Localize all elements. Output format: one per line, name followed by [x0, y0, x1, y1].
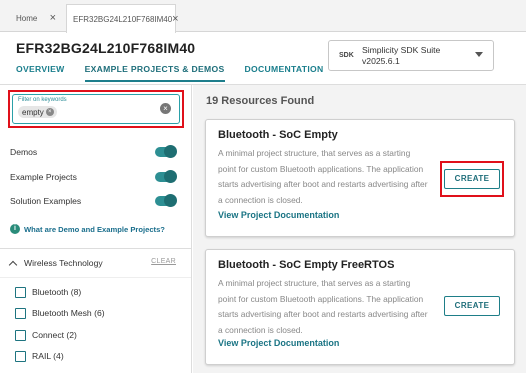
chip-remove-icon[interactable]: × — [45, 108, 54, 116]
card-description: A minimal project structure, that serves… — [218, 278, 428, 335]
toggle-knob — [164, 145, 177, 158]
chevron-up-icon — [8, 260, 18, 269]
sdk-suite-name: Simplicity SDK Suite — [362, 45, 441, 55]
chip-label: empty — [22, 107, 44, 117]
toggle-solution-examples[interactable]: Solution Examples — [10, 193, 177, 209]
checkbox-connect[interactable]: Connect (2) — [15, 328, 77, 342]
create-button[interactable]: CREATE — [444, 296, 500, 316]
tab-documentation[interactable]: DOCUMENTATION — [245, 64, 324, 82]
clear-link[interactable]: CLEAR — [151, 258, 176, 265]
toggle-switch[interactable] — [155, 145, 177, 158]
toggle-label: Example Projects — [10, 172, 77, 182]
chevron-down-icon — [475, 52, 483, 57]
tab-label: EFR32BG24L210F768IM40 — [73, 14, 173, 24]
sdk-version: v2025.6.1 — [362, 56, 400, 66]
checkbox-label: RAIL (4) — [32, 351, 64, 361]
toggle-label: Demos — [10, 147, 38, 157]
checkbox-label: Bluetooth (8) — [32, 287, 82, 297]
close-icon[interactable]: × — [172, 13, 178, 25]
wireless-technology-header[interactable]: Wireless Technology CLEAR — [8, 257, 178, 269]
toggle-example-projects[interactable]: Example Projects — [10, 169, 177, 185]
tab-overview[interactable]: OVERVIEW — [16, 64, 65, 82]
help-link[interactable]: i What are Demo and Example Projects? — [10, 224, 165, 234]
checkbox[interactable] — [15, 286, 26, 298]
tab-label: Home — [16, 13, 38, 23]
resource-card: Bluetooth - SoC Empty A minimal project … — [205, 119, 515, 237]
results-count: 19 Resources Found — [206, 95, 315, 107]
section-label: Wireless Technology — [24, 258, 103, 268]
sdk-selector[interactable]: SDK Simplicity SDK Suite v2025.6.1 — [328, 40, 494, 71]
filter-sidebar: Filter on keywords empty × × Demos Examp… — [0, 85, 192, 373]
divider — [0, 248, 191, 249]
checkbox-bluetooth[interactable]: Bluetooth (8) — [15, 285, 81, 299]
toggle-knob — [164, 170, 177, 183]
toggle-demos[interactable]: Demos — [10, 144, 177, 160]
tab-home[interactable]: Home × — [16, 4, 62, 32]
checkbox-rail[interactable]: RAIL (4) — [15, 349, 64, 363]
help-link-label: What are Demo and Example Projects? — [24, 224, 165, 234]
sdk-badge: SDK — [339, 52, 354, 59]
section-nav: OVERVIEW EXAMPLE PROJECTS & DEMOS DOCUME… — [16, 64, 344, 82]
info-icon: i — [10, 224, 20, 234]
checkbox-label: Connect (2) — [32, 330, 77, 340]
keyword-filter-input[interactable]: Filter on keywords empty × × — [12, 94, 180, 124]
tab-example-projects[interactable]: EXAMPLE PROJECTS & DEMOS — [84, 64, 225, 82]
clear-filter-icon[interactable]: × — [160, 103, 171, 114]
toggle-switch[interactable] — [155, 170, 177, 183]
view-documentation-link[interactable]: View Project Documentation — [218, 210, 339, 220]
sdk-name: Simplicity SDK Suite v2025.6.1 — [362, 45, 440, 67]
toggle-label: Solution Examples — [10, 196, 82, 206]
tab-device[interactable]: EFR32BG24L210F768IM40 × — [66, 4, 179, 33]
results-panel: 19 Resources Found Bluetooth - SoC Empty… — [193, 85, 526, 373]
card-title: Bluetooth - SoC Empty — [218, 129, 338, 141]
tab-strip: Home × EFR32BG24L210F768IM40 × — [0, 0, 526, 33]
resource-card: Bluetooth - SoC Empty FreeRTOS A minimal… — [205, 249, 515, 365]
checkbox[interactable] — [15, 307, 26, 319]
close-icon[interactable]: × — [50, 12, 56, 24]
checkbox[interactable] — [15, 350, 26, 362]
checkbox-bluetooth-mesh[interactable]: Bluetooth Mesh (6) — [15, 306, 105, 320]
create-button[interactable]: CREATE — [444, 169, 500, 189]
card-title: Bluetooth - SoC Empty FreeRTOS — [218, 259, 395, 271]
toggle-knob — [164, 194, 177, 207]
checkbox-label: Bluetooth Mesh (6) — [32, 308, 105, 318]
filter-label: Filter on keywords — [18, 97, 67, 103]
keyword-chip[interactable]: empty × — [18, 106, 57, 118]
checkbox[interactable] — [15, 329, 26, 341]
view-documentation-link[interactable]: View Project Documentation — [218, 338, 339, 348]
toggle-switch[interactable] — [155, 194, 177, 207]
page-title: EFR32BG24L210F768IM40 — [16, 40, 196, 56]
divider — [0, 277, 191, 278]
card-description: A minimal project structure, that serves… — [218, 148, 428, 205]
